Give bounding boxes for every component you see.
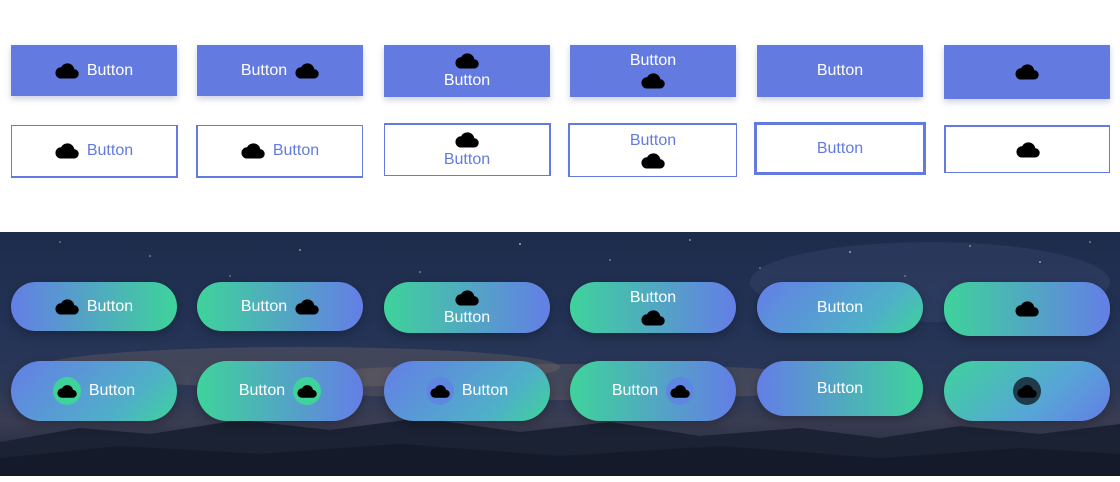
- button-label: Button: [816, 139, 864, 157]
- gradient-button-badge-left[interactable]: Button: [11, 361, 177, 421]
- solid-button-icon-only[interactable]: [944, 45, 1110, 99]
- button-label: Button: [86, 297, 134, 315]
- outline-button-icon-only[interactable]: [944, 125, 1110, 173]
- button-label: Button: [611, 382, 659, 399]
- cloud-download-icon: [425, 377, 454, 405]
- gradient-button-badge-right-alt[interactable]: Button: [570, 361, 736, 421]
- gradient-button-badge-right[interactable]: Button: [197, 361, 363, 421]
- outline-button-icon-top[interactable]: Button: [384, 123, 551, 176]
- cloud-download-icon: [666, 377, 695, 405]
- solid-button-icon-left[interactable]: Button: [11, 45, 177, 96]
- cloud-download-icon: [455, 52, 479, 70]
- button-label: Button: [272, 142, 320, 159]
- button-label: Button: [629, 131, 677, 149]
- gradient-button-text-only[interactable]: Button: [757, 282, 923, 333]
- cloud-download-icon: [1015, 63, 1039, 81]
- outline-button-icon-left[interactable]: Button: [11, 125, 178, 178]
- button-label: Button: [86, 142, 134, 159]
- solid-button-icon-top[interactable]: Button: [384, 45, 550, 97]
- cloud-download-icon: [55, 62, 79, 80]
- solid-button-icon-bottom[interactable]: Button: [570, 45, 736, 97]
- cloud-download-icon: [1016, 141, 1040, 159]
- cloud-download-icon: [295, 298, 319, 316]
- gradient-button-text-only-alt[interactable]: Button: [757, 361, 923, 416]
- cloud-download-icon: [295, 62, 319, 80]
- cloud-download-icon: [1015, 300, 1039, 318]
- cloud-download-icon: [641, 72, 665, 90]
- mountain-silhouette: [0, 239, 1120, 476]
- button-label: Button: [443, 308, 491, 326]
- button-label: Button: [816, 298, 864, 316]
- cloud-download-icon: [455, 289, 479, 307]
- night-sky-background: [0, 232, 1120, 476]
- gradient-button-icon-top[interactable]: Button: [384, 282, 550, 333]
- gradient-button-icon-bottom[interactable]: Button: [570, 282, 736, 333]
- cloud-download-icon: [455, 131, 479, 149]
- button-label: Button: [238, 382, 286, 399]
- button-label: Button: [88, 382, 136, 399]
- button-label: Button: [240, 61, 288, 79]
- button-label: Button: [86, 61, 134, 79]
- gradient-button-badge-only[interactable]: [944, 361, 1110, 421]
- gradient-button-badge-left-alt[interactable]: Button: [384, 361, 550, 421]
- button-label: Button: [816, 379, 864, 397]
- gradient-button-icon-only[interactable]: [944, 282, 1110, 336]
- gradient-button-icon-right[interactable]: Button: [197, 282, 363, 331]
- outline-button-icon-bottom[interactable]: Button: [568, 123, 737, 177]
- cloud-download-icon: [641, 309, 665, 327]
- gradient-button-icon-left[interactable]: Button: [11, 282, 177, 331]
- button-label: Button: [443, 151, 491, 168]
- outline-button-icon-left-alt[interactable]: Button: [196, 125, 363, 178]
- button-label: Button: [816, 62, 864, 79]
- cloud-download-icon: [241, 142, 265, 160]
- button-label: Button: [629, 52, 677, 69]
- cloud-download-icon: [293, 377, 322, 405]
- cloud-download-icon: [1013, 377, 1041, 405]
- button-label: Button: [461, 382, 509, 399]
- button-label: Button: [240, 297, 288, 315]
- solid-button-text-only[interactable]: Button: [757, 45, 923, 97]
- cloud-download-icon: [55, 142, 79, 160]
- cloud-download-icon: [52, 377, 81, 405]
- cloud-download-icon: [641, 152, 665, 170]
- button-label: Button: [443, 72, 491, 89]
- button-label: Button: [629, 288, 677, 306]
- cloud-download-icon: [55, 298, 79, 316]
- solid-button-icon-right[interactable]: Button: [197, 45, 363, 96]
- outline-button-text-only[interactable]: Button: [754, 122, 926, 175]
